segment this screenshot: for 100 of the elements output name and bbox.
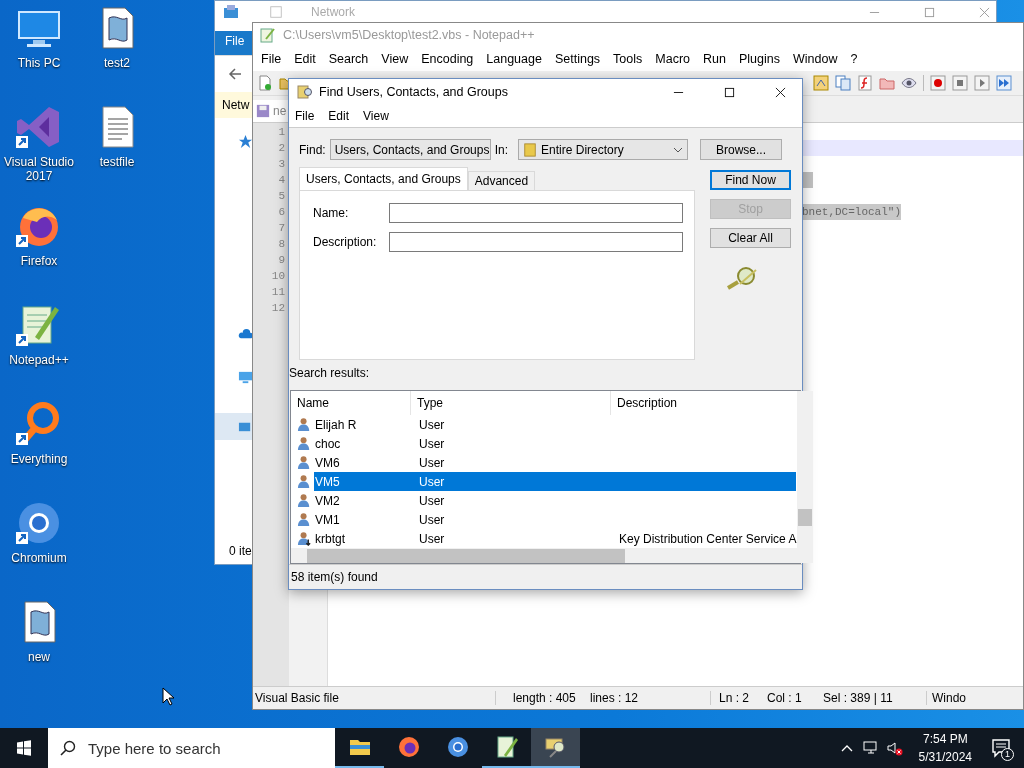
action-button[interactable]: Find Now <box>710 170 791 190</box>
address-crumb[interactable]: Netw <box>222 98 250 112</box>
user-icon <box>297 493 312 508</box>
search-bar[interactable]: Type here to search <box>48 728 335 768</box>
menu-item[interactable]: Edit <box>294 52 316 66</box>
eye-icon[interactable] <box>901 75 917 91</box>
play-icon[interactable] <box>974 75 990 91</box>
menu-item[interactable]: Settings <box>554 52 601 66</box>
menu-item[interactable]: Tools <box>613 52 643 66</box>
vertical-scrollbar[interactable] <box>797 391 814 563</box>
menu-item[interactable]: Search <box>328 52 369 66</box>
result-row[interactable]: krbtgt User Key Distribution Center Service A <box>314 529 797 548</box>
result-row[interactable]: VM6 User <box>314 453 797 472</box>
menu-item[interactable]: Run <box>703 52 726 66</box>
notepad-icon <box>494 735 519 759</box>
table-cell: Key Distribution Center Service A <box>619 531 797 546</box>
column-header[interactable]: Name <box>291 391 411 415</box>
monitor-icon[interactable] <box>238 370 253 385</box>
result-row[interactable]: VM1 User <box>314 510 797 529</box>
status-text: Visual Basic file <box>253 691 496 705</box>
speaker-icon[interactable] <box>886 740 903 756</box>
network-folder-icon <box>223 4 239 20</box>
menu-item[interactable]: View <box>363 109 389 123</box>
result-row[interactable]: Elijah R User <box>314 415 797 434</box>
new-file-icon[interactable] <box>257 75 273 91</box>
menu-item[interactable]: Language <box>486 52 542 66</box>
browser-circle-icon <box>445 735 470 759</box>
column-header[interactable]: Description <box>611 391 798 415</box>
table-cell-text: User <box>419 512 446 527</box>
window-title: C:\Users\vm5\Desktop\test2.vbs - Notepad++ <box>283 28 535 42</box>
search-icon <box>60 740 76 756</box>
browse-button[interactable]: Browse... <box>700 139 783 160</box>
desktop-shortcut[interactable]: test2 <box>78 4 156 103</box>
result-row[interactable]: choc User <box>314 434 797 453</box>
find-dropdown[interactable]: Users, Contacts, and Groups <box>329 139 491 160</box>
menu-item[interactable]: Plugins <box>738 52 780 66</box>
table-cell-text: User <box>419 474 446 489</box>
windows-start-icon[interactable] <box>16 740 32 756</box>
menu-item[interactable]: File <box>261 52 282 66</box>
record-icon[interactable] <box>930 75 946 91</box>
table-cell-text: VM2 <box>314 493 341 508</box>
disabled-user-icon <box>297 531 312 546</box>
star-icon[interactable] <box>238 134 253 149</box>
result-row[interactable]: VM2 User <box>314 491 797 510</box>
maximize-icon[interactable] <box>724 86 735 98</box>
fast-forward-icon[interactable] <box>996 75 1012 91</box>
desktop-shortcut[interactable]: This PC <box>0 4 78 103</box>
column-header[interactable]: Type <box>411 391 611 415</box>
document-tab[interactable]: ne <box>253 100 291 122</box>
action-button[interactable]: Clear All <box>710 228 791 248</box>
scope-dropdown[interactable]: Entire Directory <box>518 139 689 160</box>
status-text: lines : 12 <box>590 691 640 705</box>
desktop-shortcut[interactable]: Chromium <box>0 499 78 598</box>
panel-icon[interactable] <box>813 75 829 91</box>
close-icon[interactable] <box>775 86 786 98</box>
input-field[interactable] <box>389 203 683 223</box>
directory-icon <box>523 142 538 157</box>
status-text: Windo <box>926 691 966 705</box>
line-number: 7 <box>277 221 286 236</box>
clock-date[interactable]: 5/31/2024 <box>918 748 972 766</box>
window-title: Find Users, Contacts, and Groups <box>319 85 508 99</box>
line-number: 2 <box>277 141 286 156</box>
user-icon <box>297 512 312 527</box>
desktop-shortcut[interactable]: Firefox <box>0 202 78 301</box>
find-label: Find: <box>299 142 326 157</box>
table-cell-text: krbtgt <box>314 531 346 546</box>
status-text: Ln : 2 <box>710 691 767 705</box>
function-icon[interactable] <box>857 75 873 91</box>
code-text: bnet,DC=local") <box>802 204 902 220</box>
menu-item[interactable]: View <box>381 52 409 66</box>
documents-icon[interactable] <box>835 75 851 91</box>
network-icon[interactable] <box>862 740 879 756</box>
menu-item[interactable]: ? <box>850 52 858 66</box>
desktop-shortcut[interactable]: Notepad++ <box>0 301 78 400</box>
notifications-button[interactable]: 1 <box>986 728 1016 768</box>
desktop-shortcut[interactable]: Visual Studio 2017 <box>0 103 78 202</box>
fox-globe-icon <box>396 735 421 759</box>
user-icon <box>297 455 312 470</box>
taskbar-app[interactable] <box>531 728 580 768</box>
menu-item[interactable]: Encoding <box>421 52 474 66</box>
line-number: 5 <box>277 189 286 204</box>
tab[interactable]: Users, Contacts, and Groups <box>299 167 468 190</box>
back-arrow-icon[interactable] <box>227 66 243 82</box>
clock-time[interactable]: 7:54 PM <box>922 730 968 748</box>
desktop-shortcut[interactable]: Everything <box>0 400 78 499</box>
desktop-shortcut[interactable]: testfile <box>78 103 156 202</box>
table-cell-text: User <box>419 417 446 432</box>
tab[interactable]: Advanced <box>467 171 536 190</box>
input-field[interactable] <box>389 232 683 252</box>
result-row[interactable]: VM5 User <box>314 472 797 491</box>
stop-icon[interactable] <box>952 75 968 91</box>
desktop-shortcut[interactable]: new <box>0 598 78 697</box>
line-number: 8 <box>277 237 286 252</box>
horizontal-scrollbar[interactable] <box>291 548 798 563</box>
menu-item[interactable]: Window <box>792 52 838 66</box>
menu-item[interactable]: File <box>295 109 315 123</box>
ribbon-tab[interactable]: File <box>215 31 255 55</box>
menu-item[interactable]: Macro <box>655 52 691 66</box>
menu-item[interactable]: Edit <box>328 109 350 123</box>
status-text: Col : 1 <box>767 691 803 705</box>
